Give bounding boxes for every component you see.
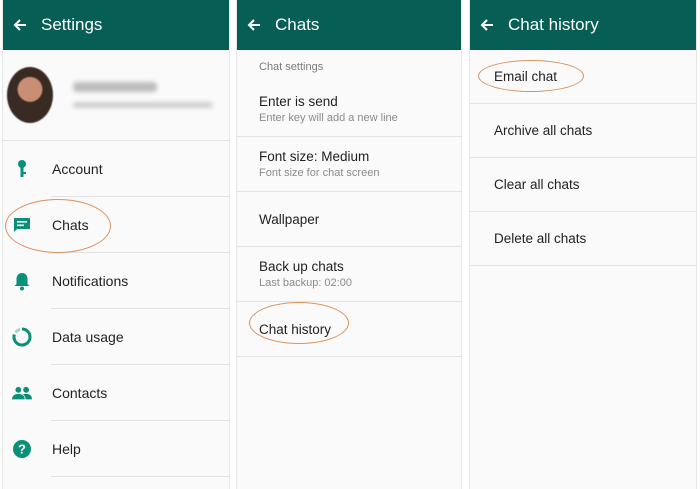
- chat-setting-title: Font size: Medium: [259, 149, 370, 164]
- help-icon: ?: [12, 439, 32, 459]
- back-arrow-icon[interactable]: [476, 14, 498, 36]
- settings-item-label: Notifications: [52, 273, 129, 289]
- profile-name: [73, 82, 157, 92]
- chat-setting-subtitle: Enter key will add a new line: [259, 112, 398, 124]
- contacts-icon: [12, 383, 32, 403]
- divider: [51, 476, 229, 477]
- settings-item-notifications[interactable]: Notifications: [3, 253, 229, 309]
- chats-title: Chats: [275, 15, 320, 34]
- chat-setting-title: Chat history: [259, 321, 332, 337]
- chat-setting-enter-is-send[interactable]: Enter is send Enter key will add a new l…: [237, 82, 461, 137]
- history-item-clear-all-chats[interactable]: Clear all chats: [470, 158, 696, 212]
- profile-info: [73, 82, 213, 108]
- chat-setting-title: Back up chats: [259, 259, 344, 274]
- chat-setting-back-up-chats[interactable]: Back up chats Last backup: 02:00: [237, 247, 461, 302]
- settings-item-label: Data usage: [52, 329, 124, 345]
- settings-item-data-usage[interactable]: Data usage: [3, 309, 229, 365]
- history-item-delete-all-chats[interactable]: Delete all chats: [470, 212, 696, 266]
- data-usage-icon: [12, 327, 32, 347]
- settings-item-contacts[interactable]: Contacts: [3, 365, 229, 421]
- profile-row[interactable]: [3, 50, 229, 141]
- chats-panel: Chats Chat settings Enter is send Enter …: [237, 0, 461, 489]
- history-item-archive-all-chats[interactable]: Archive all chats: [470, 104, 696, 158]
- profile-status: [73, 102, 213, 108]
- chat-setting-title: Enter is send: [259, 94, 338, 109]
- settings-item-label: Account: [52, 161, 103, 177]
- chat-history-title: Chat history: [508, 15, 599, 34]
- bell-icon: [12, 271, 32, 291]
- chat-setting-chat-history[interactable]: Chat history: [237, 302, 461, 357]
- settings-item-label: Chats: [52, 217, 89, 233]
- avatar[interactable]: [7, 67, 53, 123]
- key-icon: [12, 159, 32, 179]
- svg-text:?: ?: [18, 442, 26, 457]
- settings-item-chats[interactable]: Chats: [3, 197, 229, 253]
- chat-icon: [12, 215, 32, 235]
- chat-setting-subtitle: Font size for chat screen: [259, 167, 380, 179]
- settings-app-bar: Settings: [3, 0, 229, 50]
- back-arrow-icon[interactable]: [9, 14, 31, 36]
- chats-app-bar: Chats: [237, 0, 461, 50]
- chat-setting-subtitle: Last backup: 02:00: [259, 277, 352, 289]
- settings-item-help[interactable]: ? Help: [3, 421, 229, 477]
- history-item-email-chat[interactable]: Email chat: [470, 50, 696, 104]
- chat-history-panel: Chat history Email chat Archive all chat…: [470, 0, 696, 489]
- settings-item-label: Help: [52, 441, 81, 457]
- chat-history-app-bar: Chat history: [470, 0, 696, 50]
- chat-setting-wallpaper[interactable]: Wallpaper: [237, 192, 461, 247]
- back-arrow-icon[interactable]: [243, 14, 265, 36]
- chat-setting-title: Wallpaper: [259, 211, 320, 227]
- settings-panel: Settings Account Chats Notifications Dat…: [3, 0, 229, 489]
- settings-item-label: Contacts: [52, 385, 108, 401]
- settings-item-account[interactable]: Account: [3, 141, 229, 197]
- chat-setting-font-size[interactable]: Font size: Medium Font size for chat scr…: [237, 137, 461, 192]
- section-header: Chat settings: [259, 61, 324, 73]
- settings-title: Settings: [41, 15, 103, 34]
